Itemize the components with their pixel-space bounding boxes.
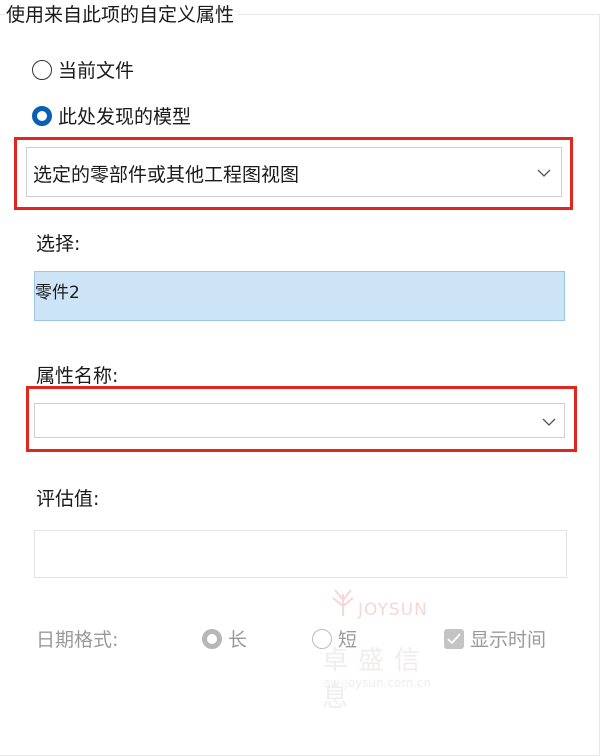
radio-model-found-here[interactable]: 此处发现的模型 xyxy=(32,102,191,129)
show-time-label: 显示时间 xyxy=(470,629,547,651)
radio-model-found-here-label: 此处发现的模型 xyxy=(58,106,192,128)
selection-value: 零件2 xyxy=(35,283,80,303)
evaluated-value-box xyxy=(34,530,567,578)
radio-circle-checked[interactable] xyxy=(202,628,222,649)
date-format-label: 日期格式: xyxy=(36,629,119,651)
radio-circle[interactable] xyxy=(32,59,52,80)
radio-date-long[interactable]: 长 xyxy=(202,625,247,652)
watermark-brand: JOYSUN xyxy=(358,600,428,620)
radio-date-long-label: 长 xyxy=(228,629,248,651)
radio-circle-checked[interactable] xyxy=(32,105,52,126)
selection-box[interactable]: 零件2 xyxy=(34,271,565,321)
property-name-label: 属性名称: xyxy=(36,365,119,387)
joysun-watermark: JOYSUN 卓盛信息 sw-joysun.com.cn xyxy=(320,582,460,713)
joysun-logo-icon xyxy=(332,589,354,616)
selection-label: 选择: xyxy=(36,233,81,255)
radio-current-file[interactable]: 当前文件 xyxy=(32,56,134,83)
evaluated-value-label: 评估值: xyxy=(36,488,100,510)
highlight-box-property xyxy=(26,386,577,452)
groupbox-title: 使用来自此项的自定义属性 xyxy=(6,2,239,28)
radio-current-file-label: 当前文件 xyxy=(58,60,135,82)
watermark-url: sw-joysun.com.cn xyxy=(324,676,432,690)
highlight-box-model xyxy=(14,137,573,210)
